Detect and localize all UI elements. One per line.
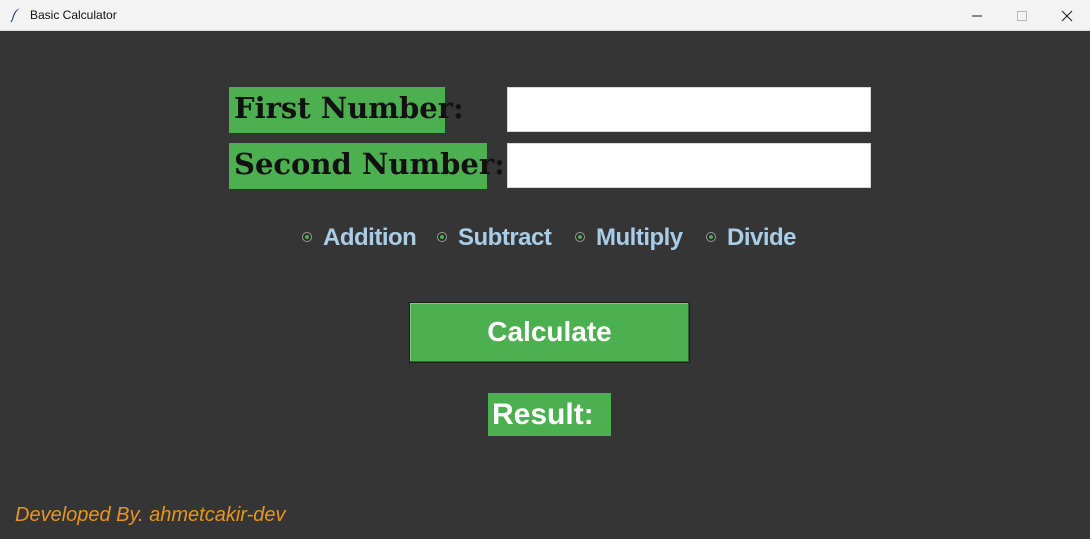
close-button[interactable] (1044, 0, 1090, 31)
title-bar: Basic Calculator (0, 0, 1090, 31)
radio-indicator[interactable] (575, 232, 585, 242)
developer-credit: Developed By. ahmetcakir-dev (15, 504, 286, 526)
first-number-input[interactable] (507, 87, 871, 132)
minimize-icon (972, 15, 982, 17)
radio-indicator[interactable] (437, 232, 447, 242)
calculate-button[interactable]: Calculate (409, 302, 690, 363)
radio-label-multiply[interactable]: Multiply (596, 224, 683, 252)
result-label: Result: (488, 393, 611, 436)
radio-indicator[interactable] (706, 232, 716, 242)
second-number-label: Second Number: (229, 143, 505, 189)
radio-label-subtract[interactable]: Subtract (458, 224, 552, 252)
minimize-button[interactable] (954, 0, 1000, 31)
maximize-button[interactable] (999, 0, 1045, 31)
window-title: Basic Calculator (30, 8, 117, 22)
maximize-icon (1017, 11, 1027, 21)
radio-label-addition[interactable]: Addition (323, 224, 417, 252)
radio-label-divide[interactable]: Divide (727, 224, 797, 252)
first-number-label: First Number: (229, 87, 464, 133)
radio-indicator[interactable] (302, 232, 312, 242)
second-number-input[interactable] (507, 143, 871, 188)
close-icon (1061, 10, 1073, 22)
feather-icon (9, 7, 23, 23)
